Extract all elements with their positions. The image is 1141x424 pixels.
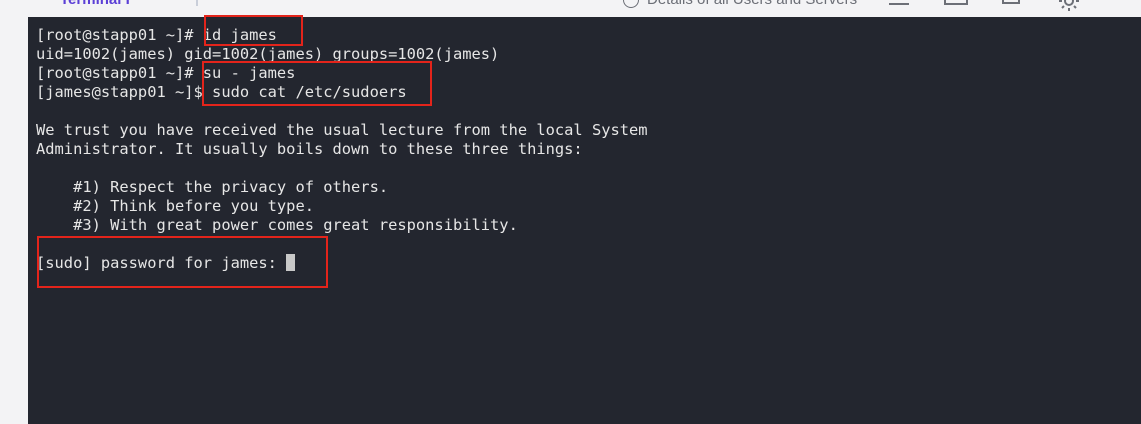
tab-details[interactable]: Details of all Users and Servers [623,0,857,9]
terminal-app: Terminal I Details of all Users and Serv… [0,0,1141,424]
highlight-box-id-command [204,15,303,46]
tab-separator [196,0,198,6]
tab-terminal-label: Terminal I [60,0,130,8]
tab-details-label: Details of all Users and Servers [647,0,857,8]
terminal-output[interactable]: [root@stapp01 ~]# id james uid=1002(jame… [28,17,1141,424]
terminal-line: #3) With great power comes great respons… [36,216,518,234]
left-sidebar-strip [0,0,28,424]
expand-icon[interactable] [1002,0,1020,4]
settings-icon[interactable] [1058,0,1080,12]
window-icon[interactable] [944,0,968,5]
settings-icon-glyph [1059,0,1079,11]
terminal-line: #1) Respect the privacy of others. [36,178,389,196]
tab-terminal[interactable]: Terminal I [60,0,130,8]
highlight-box-su-sudo-commands [202,61,432,106]
terminal-line: #2) Think before you type. [36,197,314,215]
globe-icon [623,0,639,9]
highlight-box-password-prompt [37,236,328,288]
terminal-line: Administrator. It usually boils down to … [36,140,583,158]
minimize-icon[interactable] [889,0,909,5]
tab-bar: Terminal I Details of all Users and Serv… [0,0,1141,17]
terminal-line: We trust you have received the usual lec… [36,121,648,139]
